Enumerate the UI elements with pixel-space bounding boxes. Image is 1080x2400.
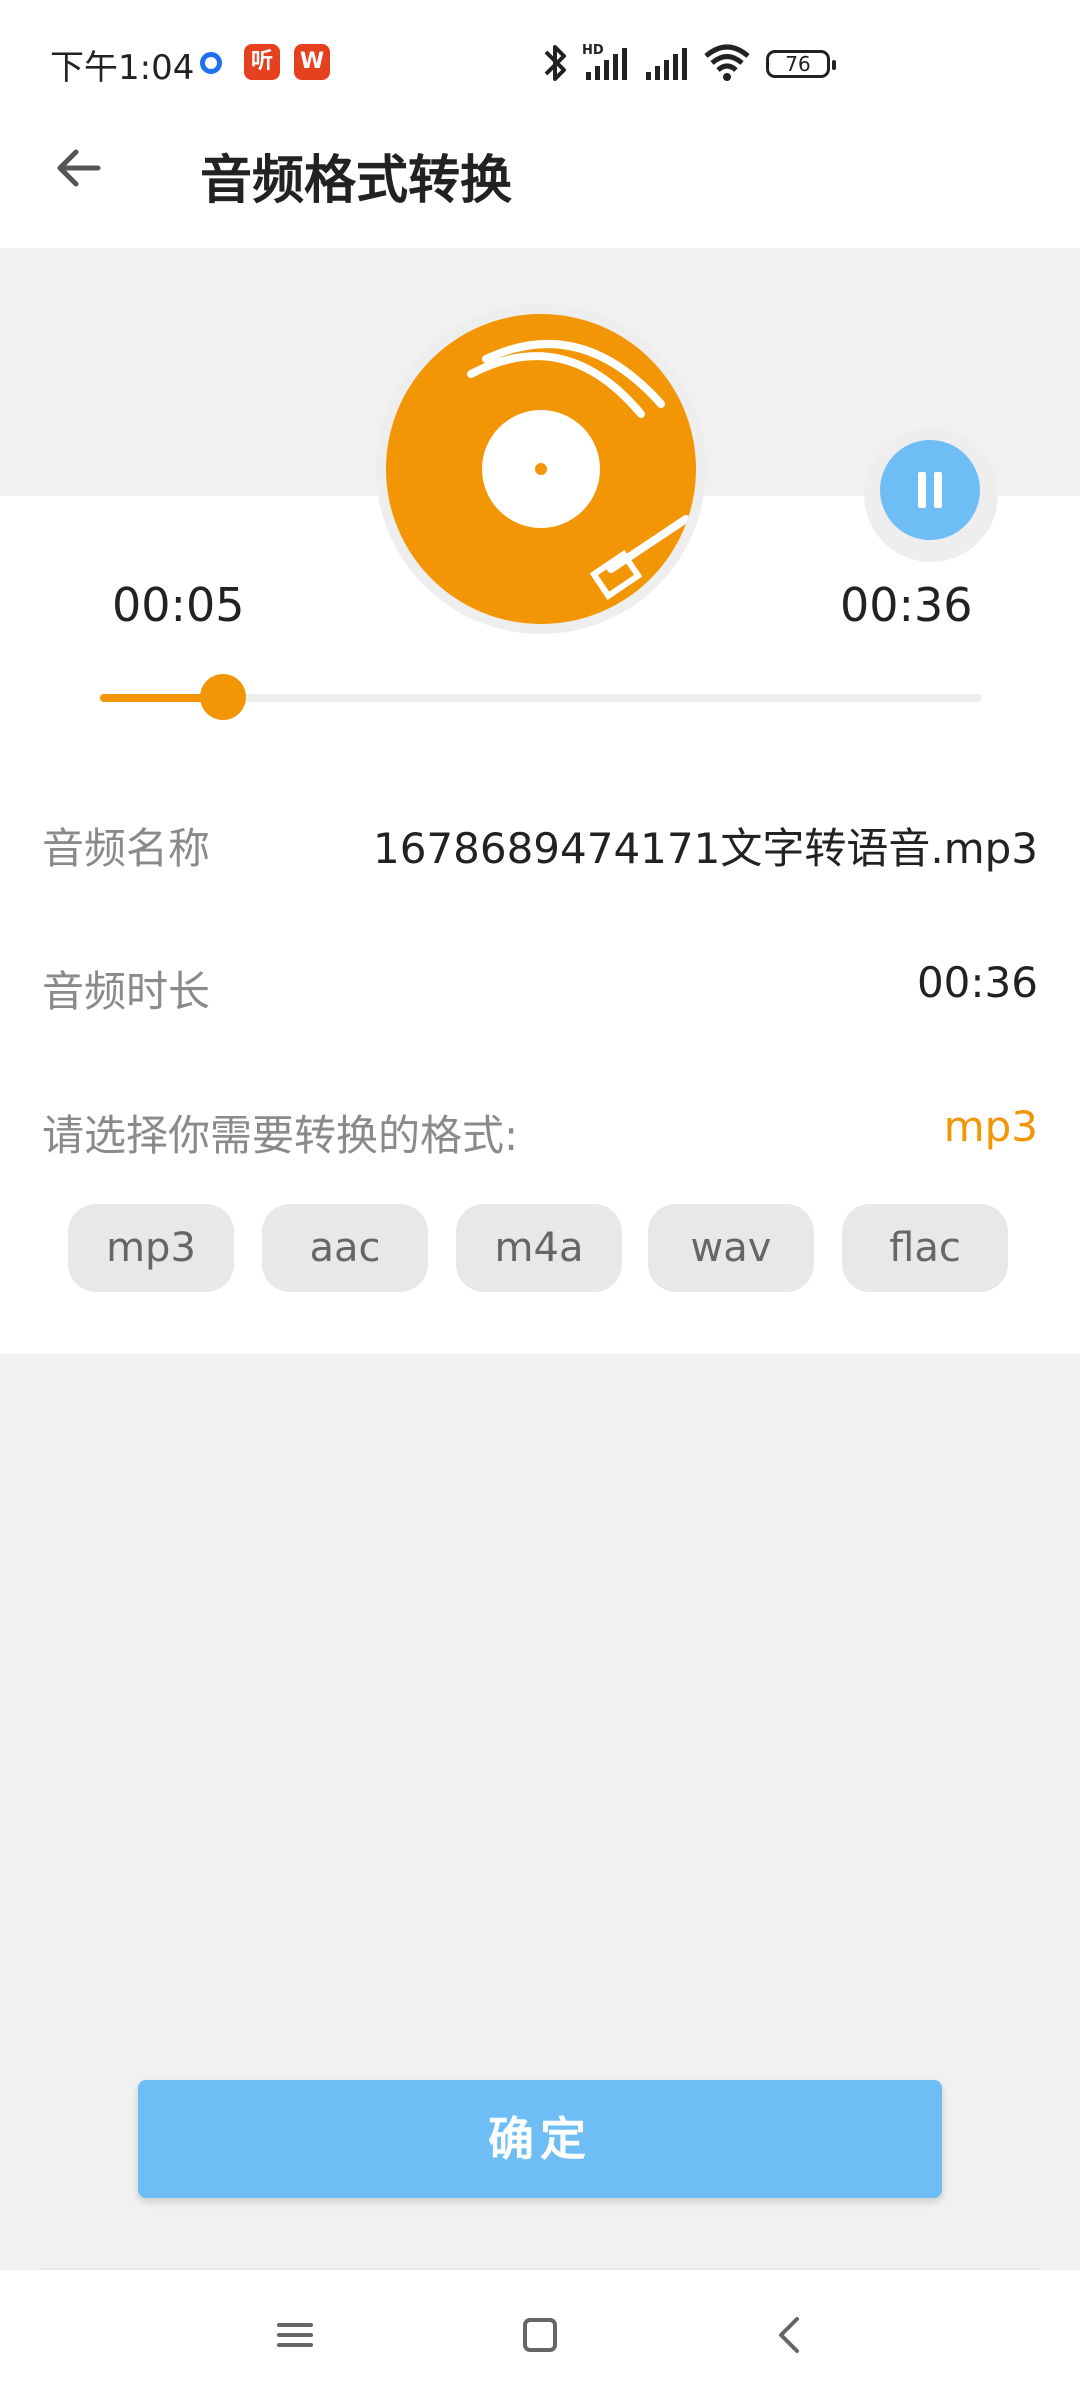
svg-text:HD: HD xyxy=(582,43,604,58)
page-title: 音频格式转换 xyxy=(200,151,513,211)
title-bar xyxy=(0,130,1080,248)
hd-signal-icon: HD xyxy=(582,43,627,80)
back-icon[interactable] xyxy=(765,2310,815,2360)
total-time: 00:36 xyxy=(840,578,973,632)
app-notification-icon-2: W xyxy=(294,44,330,80)
audio-duration-value: 00:36 xyxy=(916,958,1038,1007)
selected-format: mp3 xyxy=(943,1102,1038,1151)
progress-slider[interactable] xyxy=(100,674,982,720)
progress-thumb[interactable] xyxy=(200,674,246,720)
bluetooth-icon xyxy=(544,45,566,81)
format-chip-flac[interactable]: flac xyxy=(842,1204,1008,1292)
signal-icon xyxy=(646,48,687,80)
elapsed-time: 00:05 xyxy=(112,578,245,632)
format-prompt: 请选择你需要转换的格式: xyxy=(42,1111,519,1160)
status-time: 下午1:04 xyxy=(50,48,195,88)
menu-icon[interactable] xyxy=(270,2310,320,2360)
notification-dot-icon xyxy=(200,52,222,74)
arrow-left-icon[interactable] xyxy=(50,140,106,196)
home-icon[interactable] xyxy=(515,2310,565,2360)
audio-name-value: 1678689474171文字转语音.mp3 xyxy=(372,824,1038,873)
pause-icon-bar xyxy=(934,472,942,508)
pause-icon xyxy=(918,472,926,508)
battery-icon: 76 xyxy=(766,50,836,78)
status-bar: 下午1:04 听 W HD 76 xyxy=(0,0,1080,130)
audio-name-label: 音频名称 xyxy=(42,824,211,873)
format-chip-mp3[interactable]: mp3 xyxy=(68,1204,234,1292)
format-chip-aac[interactable]: aac xyxy=(262,1204,428,1292)
vinyl-record-icon xyxy=(386,314,696,624)
wifi-icon xyxy=(704,44,750,81)
audio-duration-label: 音频时长 xyxy=(42,967,211,1016)
confirm-button[interactable]: 确定 xyxy=(138,2080,942,2198)
app-notification-icon: 听 xyxy=(244,44,280,80)
format-chip-m4a[interactable]: m4a xyxy=(456,1204,622,1292)
format-chip-wav[interactable]: wav xyxy=(648,1204,814,1292)
pause-button[interactable] xyxy=(880,440,980,540)
